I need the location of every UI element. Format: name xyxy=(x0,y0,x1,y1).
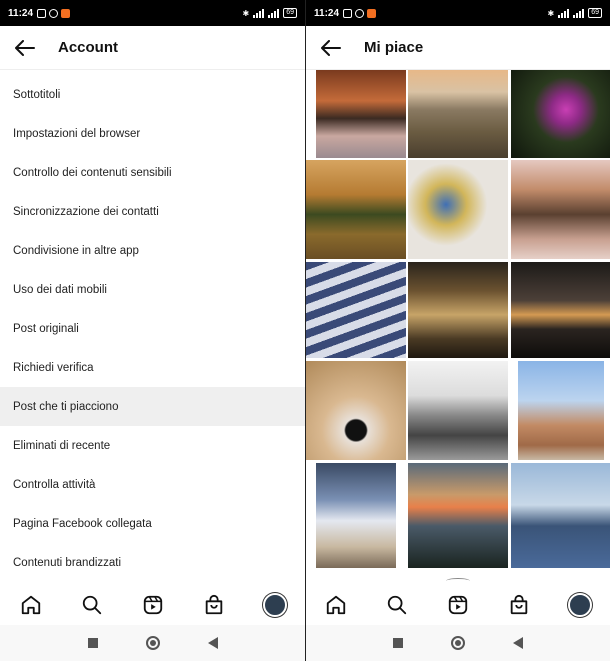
tab-search[interactable] xyxy=(78,591,106,619)
menu-item-sottotitoli[interactable]: Sottotitoli xyxy=(0,75,305,114)
back-button[interactable] xyxy=(0,26,50,70)
android-nav-bar xyxy=(306,625,610,661)
page-title: Mi piace xyxy=(364,39,424,56)
menu-item-request-verification[interactable]: Richiedi verifica xyxy=(0,348,305,387)
home-icon xyxy=(21,595,40,615)
notification-icon xyxy=(37,8,47,18)
search-icon xyxy=(388,595,407,615)
recents-square-icon[interactable] xyxy=(87,638,98,648)
menu-item-facebook-page[interactable]: Pagina Facebook collegata xyxy=(0,504,305,543)
tab-profile[interactable] xyxy=(566,591,594,619)
tab-profile[interactable] xyxy=(261,591,289,619)
back-triangle-icon[interactable] xyxy=(207,637,218,649)
post-thumbnail[interactable] xyxy=(518,361,604,460)
tab-shop[interactable] xyxy=(200,591,228,619)
header: Mi piace xyxy=(306,26,610,70)
bluetooth-icon: ✱ xyxy=(242,8,250,18)
menu-item-share-other-apps[interactable]: Condivisione in altre app xyxy=(0,231,305,270)
notification-icon xyxy=(343,8,353,18)
back-triangle-icon[interactable] xyxy=(513,637,523,649)
status-bar: 11:24 ✱ 69 xyxy=(0,0,305,26)
post-thumbnail[interactable] xyxy=(408,70,508,158)
menu-item-original-posts[interactable]: Post originali xyxy=(0,309,305,348)
menu-item-liked-posts[interactable]: Post che ti piacciono xyxy=(0,387,305,426)
status-bar: 11:24 ✱ 69 xyxy=(306,0,610,26)
bluetooth-icon: ✱ xyxy=(547,8,555,18)
menu-item-browser-settings[interactable]: Impostazioni del browser xyxy=(0,114,305,153)
tab-search[interactable] xyxy=(383,591,411,619)
alarm-icon xyxy=(49,8,59,18)
shop-icon xyxy=(205,594,222,615)
status-time: 11:24 xyxy=(314,7,340,19)
page-title: Account xyxy=(58,39,118,56)
battery-icon: 69 xyxy=(283,8,297,18)
menu-item-recently-deleted[interactable]: Eliminati di recente xyxy=(0,426,305,465)
menu-item-branded-content[interactable]: Contenuti brandizzati xyxy=(0,543,305,582)
post-thumbnail[interactable] xyxy=(408,463,508,568)
back-arrow-icon xyxy=(15,39,35,56)
reels-icon xyxy=(448,595,468,615)
post-thumbnail[interactable] xyxy=(511,463,610,568)
tab-home[interactable] xyxy=(322,591,350,619)
alarm-icon xyxy=(355,8,365,18)
signal-icon-2 xyxy=(573,8,585,18)
liked-posts-screen: 11:24 ✱ 69 Mi piace xyxy=(305,0,610,661)
bottom-tab-bar xyxy=(0,585,305,625)
status-time: 11:24 xyxy=(8,7,34,19)
battery-icon: 69 xyxy=(588,8,602,18)
reels-icon xyxy=(143,595,162,615)
back-button[interactable] xyxy=(306,26,356,70)
post-thumbnail[interactable] xyxy=(511,70,610,158)
back-arrow-icon xyxy=(321,39,341,56)
account-screen: 11:24 ✱ 69 Account Sottotitoli Impostazi… xyxy=(0,0,305,661)
signal-icon-2 xyxy=(268,8,280,18)
header: Account xyxy=(0,26,305,70)
tab-reels[interactable] xyxy=(139,591,167,619)
scroll-indicator xyxy=(446,578,470,584)
post-thumbnail[interactable] xyxy=(316,70,406,158)
settings-menu: Sottotitoli Impostazioni del browser Con… xyxy=(0,75,305,582)
home-circle-icon[interactable] xyxy=(451,636,465,650)
signal-icon xyxy=(558,8,570,18)
post-thumbnail[interactable] xyxy=(511,262,610,358)
menu-item-contact-sync[interactable]: Sincronizzazione dei contatti xyxy=(0,192,305,231)
home-circle-icon[interactable] xyxy=(145,636,160,650)
menu-item-sensitive-content[interactable]: Controllo dei contenuti sensibili xyxy=(0,153,305,192)
profile-avatar xyxy=(567,593,592,617)
app-notification-icon xyxy=(61,8,71,18)
liked-posts-grid xyxy=(306,70,610,568)
post-thumbnail[interactable] xyxy=(306,160,406,259)
signal-icon xyxy=(253,8,265,18)
menu-item-activity[interactable]: Controlla attività xyxy=(0,465,305,504)
post-thumbnail[interactable] xyxy=(408,160,508,259)
post-thumbnail[interactable] xyxy=(306,361,406,460)
android-nav-bar xyxy=(0,625,305,661)
home-icon xyxy=(327,595,346,615)
menu-item-mobile-data[interactable]: Uso dei dati mobili xyxy=(0,270,305,309)
bottom-tab-bar xyxy=(306,585,610,625)
tab-home[interactable] xyxy=(17,591,45,619)
shop-icon xyxy=(510,594,528,615)
recents-square-icon[interactable] xyxy=(393,638,403,648)
tab-reels[interactable] xyxy=(444,591,472,619)
post-thumbnail[interactable] xyxy=(306,262,406,358)
post-thumbnail[interactable] xyxy=(316,463,396,568)
profile-avatar xyxy=(262,593,287,617)
search-icon xyxy=(82,595,101,615)
app-notification-icon xyxy=(367,8,377,18)
post-thumbnail[interactable] xyxy=(408,262,508,358)
post-thumbnail[interactable] xyxy=(511,160,610,259)
tab-shop[interactable] xyxy=(505,591,533,619)
post-thumbnail[interactable] xyxy=(408,361,508,460)
